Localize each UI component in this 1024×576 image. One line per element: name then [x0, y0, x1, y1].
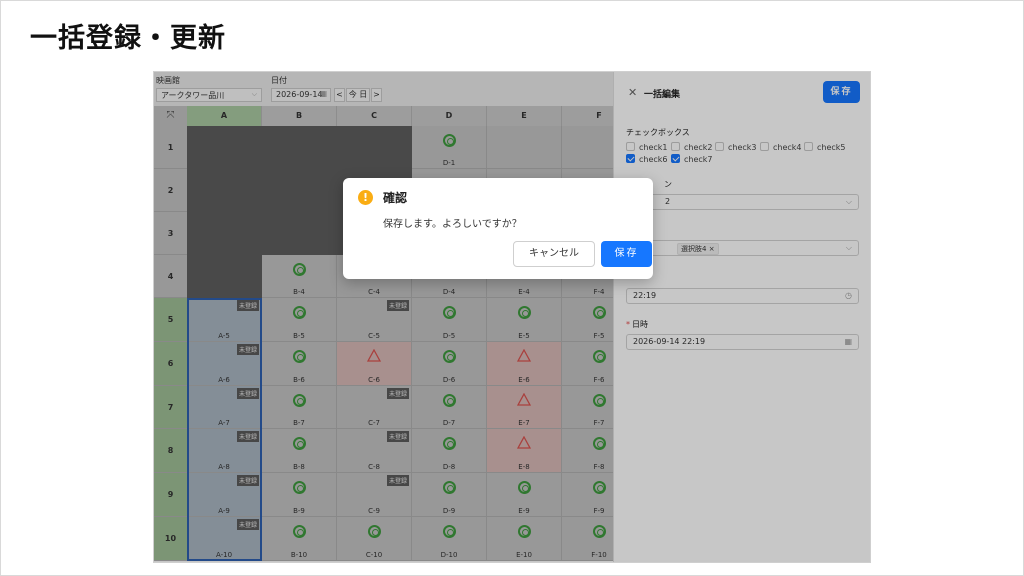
warning-icon: !	[358, 190, 373, 205]
dialog-title: 確認	[383, 191, 408, 205]
confirm-save-button[interactable]: 保存	[601, 241, 652, 267]
modal-overlay[interactable]	[154, 72, 870, 562]
cancel-button[interactable]: キャンセル	[513, 241, 595, 267]
slide-title: 一括登録・更新	[30, 23, 226, 54]
app-window: 映画館 アークタワー品川 ⌵ 日付 2026-09-14 ▦ < 今 日 > ⤧…	[153, 71, 871, 563]
dialog-message: 保存します。よろしいですか？	[383, 219, 522, 230]
confirm-dialog: ! 確認 保存します。よろしいですか？ キャンセル 保存	[343, 178, 653, 279]
